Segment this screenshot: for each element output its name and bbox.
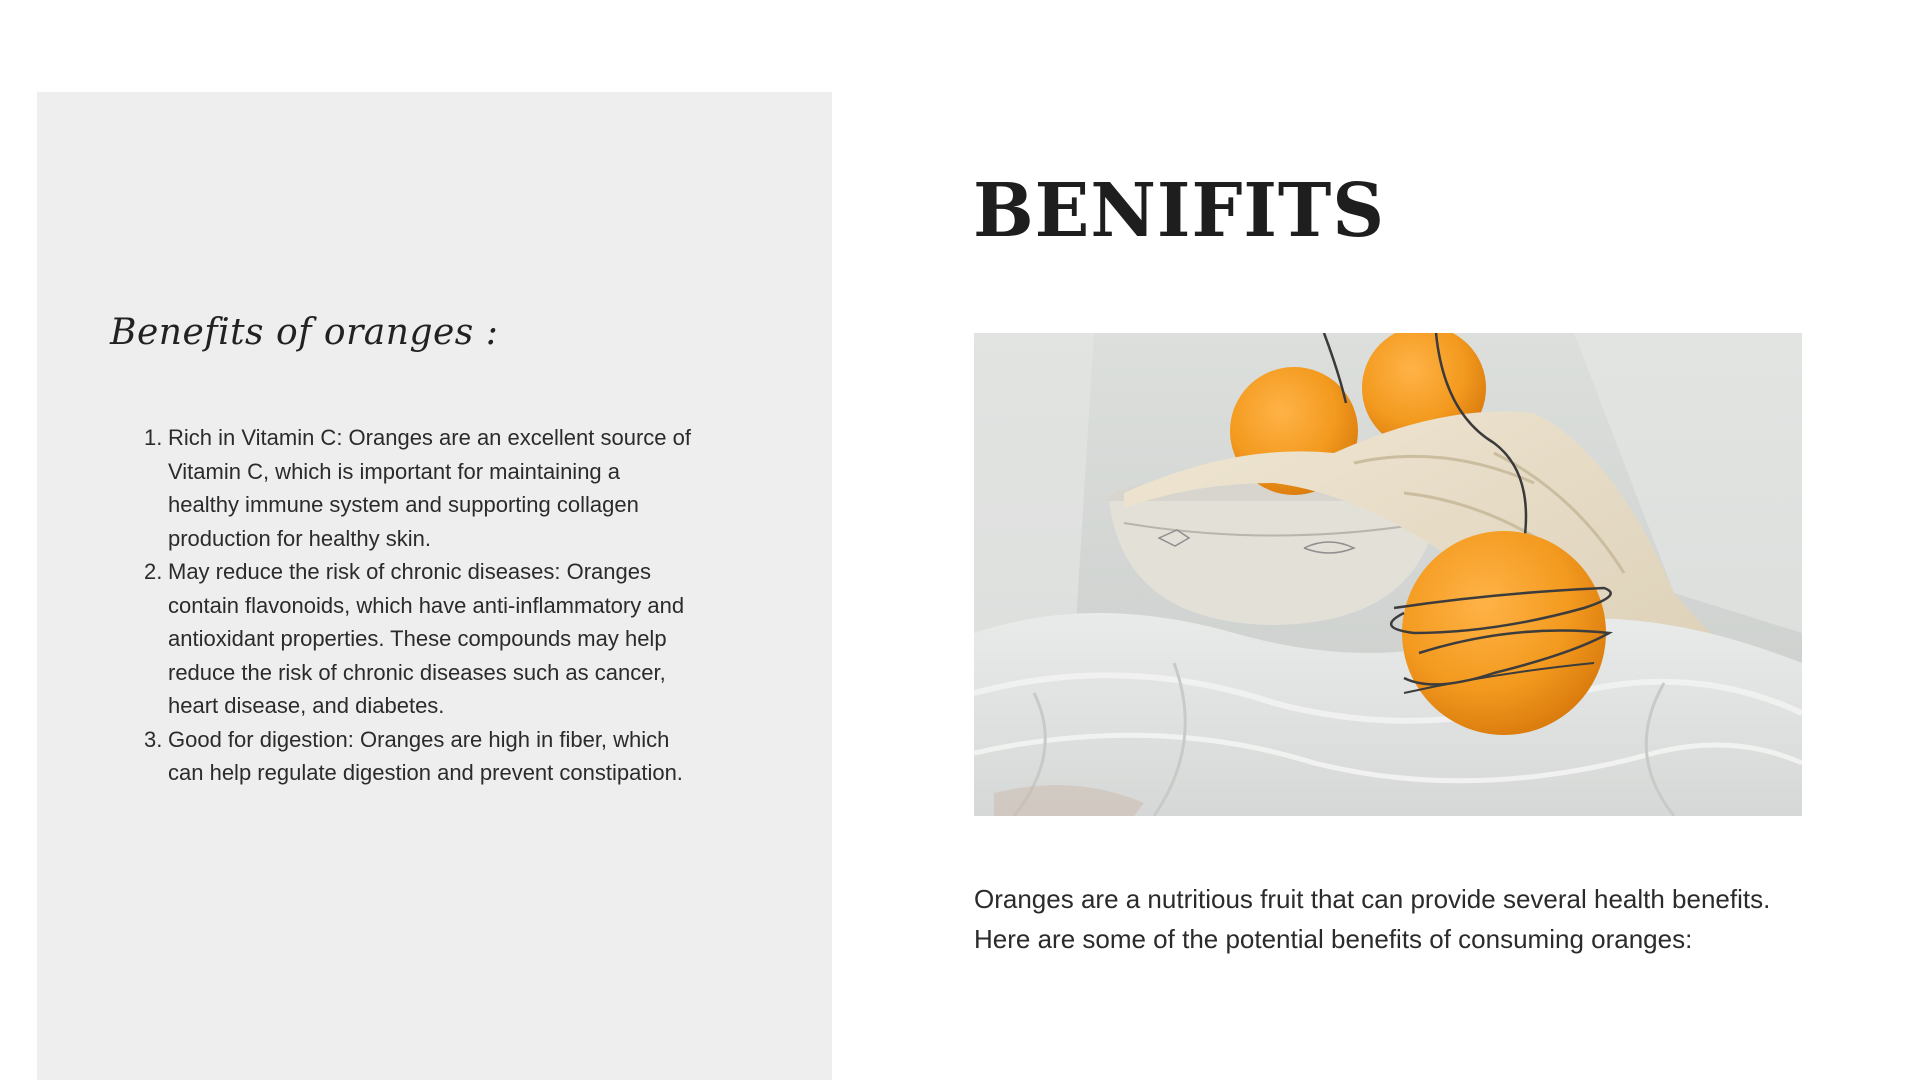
list-item-number: 3. bbox=[144, 726, 163, 752]
benefits-list: 1. Rich in Vitamin C: Oranges are an exc… bbox=[144, 421, 693, 790]
slide: Benefits of oranges : 1. Rich in Vitamin… bbox=[0, 0, 1920, 1080]
page-title: BENIFITS bbox=[973, 168, 1386, 254]
intro-paragraph: Oranges are a nutritious fruit that can … bbox=[974, 884, 1771, 954]
list-item-text: Rich in Vitamin C: Oranges are an excell… bbox=[168, 425, 691, 551]
list-item: 3. Good for digestion: Oranges are high … bbox=[144, 723, 693, 790]
list-item-number: 1. bbox=[144, 425, 163, 450]
oranges-photo-graphic bbox=[974, 333, 1802, 816]
list-item-text: May reduce the risk of chronic diseases:… bbox=[168, 559, 685, 718]
benefits-subtitle: Benefits of oranges : bbox=[110, 312, 499, 353]
list-item-text: Good for digestion: Oranges are high in … bbox=[168, 726, 683, 786]
list-item: 2. May reduce the risk of chronic diseas… bbox=[144, 555, 693, 723]
list-item-number: 2. bbox=[144, 559, 163, 584]
oranges-photo bbox=[974, 333, 1802, 816]
list-item: 1. Rich in Vitamin C: Oranges are an exc… bbox=[144, 421, 693, 555]
